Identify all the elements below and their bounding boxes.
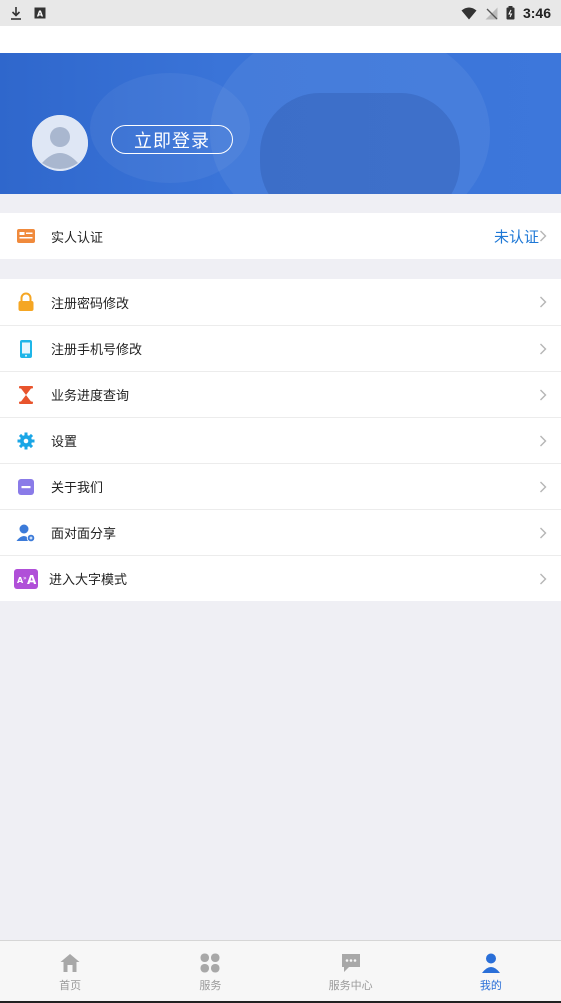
- menu-item-label: 进入大字模式: [49, 573, 128, 588]
- id-card-icon: [16, 226, 36, 246]
- status-bar: A 3:46: [0, 0, 561, 26]
- large-text-icon: A» A: [14, 568, 38, 589]
- menu-item-about[interactable]: 关于我们: [0, 463, 561, 509]
- clock: 3:46: [522, 5, 551, 21]
- tab-service-center[interactable]: 服务中心: [281, 941, 421, 1003]
- verification-label: 实人认证: [51, 230, 104, 246]
- battery-icon: [506, 6, 515, 20]
- chevron-right-icon: [540, 230, 547, 242]
- menu-item-label: 关于我们: [51, 481, 104, 496]
- download-icon: [10, 6, 22, 20]
- tab-label: 服务中心: [328, 978, 373, 992]
- menu-item-label: 注册密码修改: [51, 296, 130, 312]
- info-card-icon: [16, 477, 36, 497]
- grid-icon: [200, 953, 220, 972]
- chevron-right-icon: [540, 481, 547, 492]
- header-strip: [0, 26, 561, 53]
- chevron-right-icon: [540, 527, 547, 538]
- menu-item-label: 面对面分享: [51, 527, 117, 542]
- profile-banner: 立即登录: [0, 53, 561, 194]
- chevron-right-icon: [540, 389, 547, 400]
- chevron-right-icon: [540, 343, 547, 354]
- tab-services[interactable]: 服务: [140, 941, 280, 1003]
- banner-decoration: [260, 93, 460, 194]
- app-screen: A 3:46 立即登录 实人认证 未认证 注册密码修改 注册手机号修改 业务进度…: [0, 0, 561, 1003]
- tab-label: 我的: [479, 978, 502, 992]
- menu-item-password[interactable]: 注册密码修改: [0, 279, 561, 325]
- lock-icon: [16, 292, 36, 312]
- real-name-verification-row[interactable]: 实人认证 未认证: [0, 213, 561, 259]
- tab-home[interactable]: 首页: [0, 941, 140, 1003]
- gear-icon: [16, 431, 36, 451]
- chevron-right-icon: [540, 573, 547, 584]
- verification-status: 未认证: [493, 227, 539, 246]
- home-icon: [60, 953, 80, 972]
- chevron-right-icon: [540, 296, 547, 308]
- settings-menu: 注册密码修改 注册手机号修改 业务进度查询 设置 关于我们 面对面分享 A » …: [0, 279, 561, 601]
- chat-icon: [341, 953, 360, 972]
- share-user-icon: [16, 523, 36, 543]
- tab-mine[interactable]: 我的: [421, 941, 561, 1003]
- verification-section: 实人认证 未认证: [0, 213, 561, 259]
- menu-item-large-text[interactable]: A» A 进入大字模式: [0, 555, 561, 601]
- menu-item-settings[interactable]: 设置: [0, 417, 561, 463]
- menu-item-share[interactable]: 面对面分享: [0, 509, 561, 555]
- a-badge-icon: A: [34, 7, 46, 19]
- svg-text:A: A: [27, 573, 37, 587]
- menu-item-label: 业务进度查询: [51, 389, 130, 404]
- login-button[interactable]: 立即登录: [111, 125, 233, 154]
- avatar[interactable]: [32, 115, 88, 171]
- svg-text:A: A: [37, 10, 44, 19]
- hourglass-icon: [16, 385, 36, 405]
- tab-label: 服务: [199, 978, 222, 992]
- menu-item-progress[interactable]: 业务进度查询: [0, 371, 561, 417]
- menu-item-label: 设置: [51, 435, 78, 450]
- phone-icon: [16, 339, 36, 359]
- tab-label: 首页: [59, 978, 82, 992]
- menu-item-phone[interactable]: 注册手机号修改: [0, 325, 561, 371]
- chevron-right-icon: [540, 435, 547, 446]
- no-signal-icon: [485, 7, 498, 20]
- wifi-icon: [461, 7, 477, 20]
- menu-item-label: 注册手机号修改: [51, 343, 143, 358]
- user-icon: [481, 953, 500, 973]
- bottom-tab-bar: 首页 服务 服务中心 我的: [0, 940, 561, 1003]
